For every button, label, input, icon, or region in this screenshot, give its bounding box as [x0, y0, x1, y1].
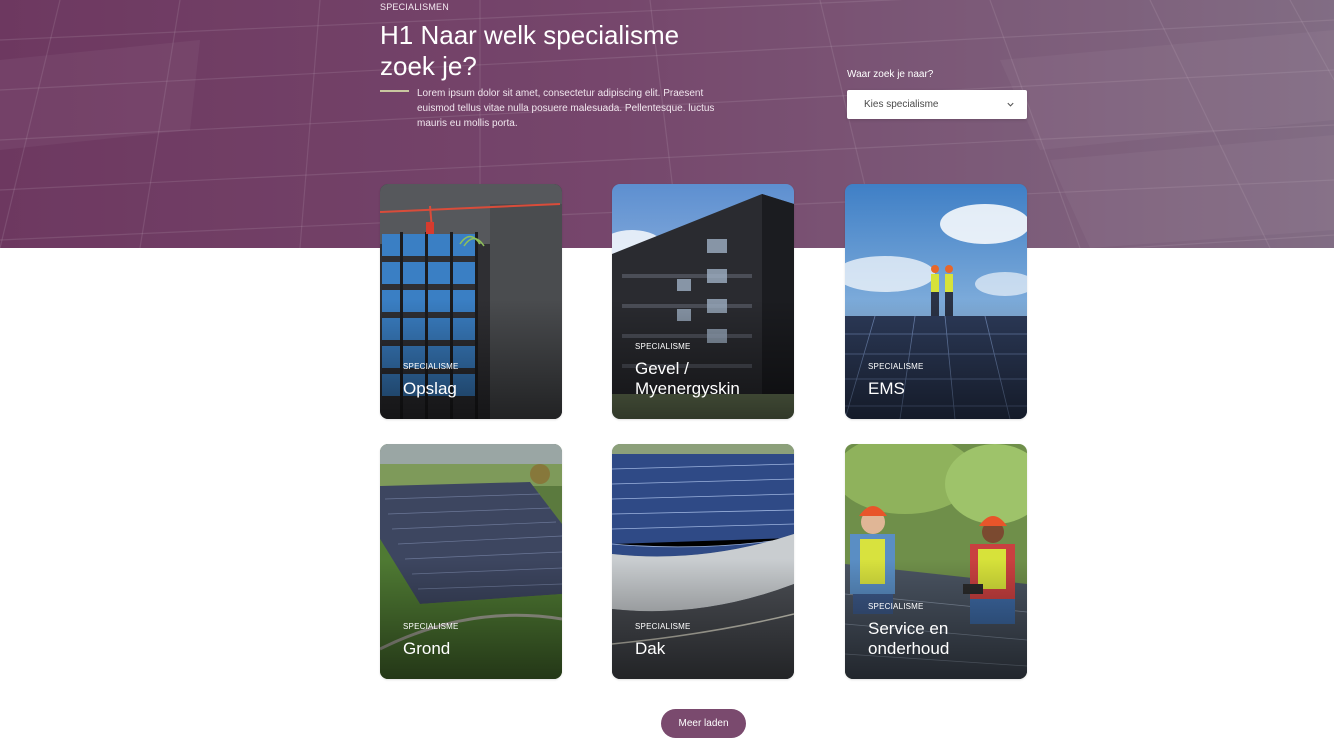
- specialism-card-gevel[interactable]: SPECIALISME Gevel / Myenergyskin: [612, 184, 794, 419]
- filter-label: Waar zoek je naar?: [847, 69, 934, 80]
- specialism-select[interactable]: Kies specialisme: [847, 90, 1027, 119]
- card-overlay: [380, 559, 562, 679]
- specialism-card-dak[interactable]: SPECIALISME Dak: [612, 444, 794, 679]
- card-overlay: [612, 559, 794, 679]
- accent-rule: [380, 90, 409, 92]
- specialism-select-value: Kies specialisme: [864, 99, 939, 110]
- card-title: Opslag: [403, 379, 457, 398]
- hero-description: Lorem ipsum dolor sit amet, consectetur …: [417, 88, 715, 129]
- specialism-card-opslag[interactable]: SPECIALISME Opslag: [380, 184, 562, 419]
- card-title: Service en onderhoud: [868, 619, 950, 658]
- specialism-card-service[interactable]: SPECIALISME Service en onderhoud: [845, 444, 1027, 679]
- page: SPECIALISMEN H1 Naar welk specialisme zo…: [0, 0, 1334, 742]
- card-eyebrow: SPECIALISME: [403, 622, 459, 631]
- specialism-card-ems[interactable]: SPECIALISME EMS: [845, 184, 1027, 419]
- card-overlay: [380, 299, 562, 419]
- specialism-card-grond[interactable]: SPECIALISME Grond: [380, 444, 562, 679]
- card-title: Dak: [635, 639, 666, 658]
- page-title: H1 Naar welk specialisme zoek je?: [380, 20, 680, 81]
- card-eyebrow: SPECIALISME: [635, 622, 691, 631]
- card-eyebrow: SPECIALISME: [635, 342, 691, 351]
- card-overlay: [845, 299, 1027, 419]
- hero-eyebrow: SPECIALISMEN: [380, 2, 449, 12]
- card-eyebrow: SPECIALISME: [868, 602, 924, 611]
- card-title: Gevel / Myenergyskin: [635, 359, 740, 398]
- chevron-down-icon: [1007, 102, 1014, 107]
- card-title: EMS: [868, 379, 905, 398]
- card-eyebrow: SPECIALISME: [403, 362, 459, 371]
- card-eyebrow: SPECIALISME: [868, 362, 924, 371]
- card-title: Grond: [403, 639, 451, 658]
- load-more-button[interactable]: Meer laden: [661, 709, 746, 738]
